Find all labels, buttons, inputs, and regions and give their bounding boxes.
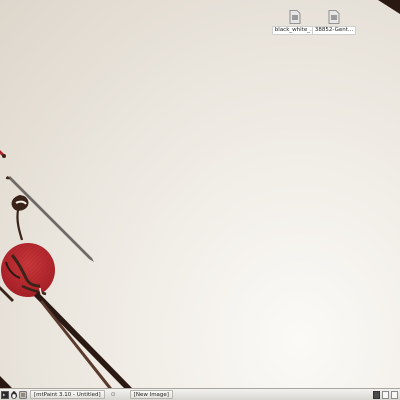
file-icon <box>289 10 301 24</box>
wallpaper-art <box>0 0 400 388</box>
desktop-file-38852-gent[interactable]: 38852-Gent... <box>311 10 357 35</box>
taskbar: [mtPaint 3.10 - Untitled] ⊙ [New Image] <box>0 388 400 400</box>
taskbar-window-new-image[interactable]: [New Image] <box>129 390 173 399</box>
penguin-launcher[interactable] <box>10 390 18 400</box>
window-button-label: [mtPaint 3.10 - Untitled] <box>34 391 101 398</box>
file-icon <box>328 10 340 24</box>
separator-icon: ⊙ <box>110 391 116 398</box>
volume-icon[interactable] <box>382 390 389 399</box>
penguin-icon <box>11 390 17 399</box>
system-tray <box>373 390 400 399</box>
window-button-label: [New Image] <box>133 391 169 398</box>
desktop[interactable]: black_white_... 38852-Gent... <box>0 0 400 388</box>
network-icon[interactable] <box>373 390 380 399</box>
desktop-file-black-white[interactable]: black_white_... <box>271 10 319 35</box>
desktop-file-label: 38852-Gent... <box>311 26 357 35</box>
display-icon[interactable] <box>391 390 398 399</box>
app-launcher[interactable] <box>19 390 27 400</box>
app-icon <box>19 390 27 399</box>
terminal-launcher[interactable] <box>1 390 9 400</box>
taskbar-window-mtpaint[interactable]: [mtPaint 3.10 - Untitled] <box>30 390 105 399</box>
terminal-icon <box>1 390 9 399</box>
